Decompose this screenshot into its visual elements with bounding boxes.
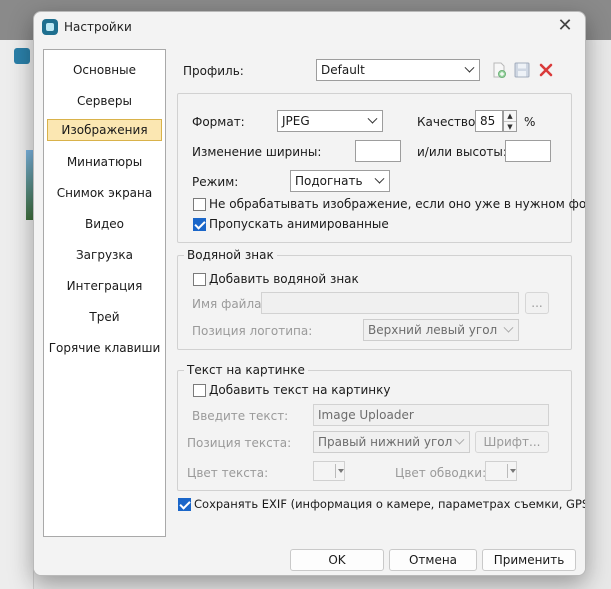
chevron-down-icon <box>374 173 385 184</box>
save-profile-icon[interactable] <box>513 61 531 79</box>
background-sidebar <box>0 40 34 589</box>
window-title: Настройки <box>64 20 132 34</box>
mode-label: Режим: <box>192 175 239 189</box>
app-icon <box>42 19 58 35</box>
stroke-color-picker[interactable] <box>485 461 517 481</box>
height-input[interactable] <box>505 140 551 162</box>
profile-label: Профиль: <box>183 64 244 78</box>
chevron-down-icon <box>454 434 465 445</box>
stepper-down-icon[interactable]: ▼ <box>504 121 516 131</box>
profile-value: Default <box>321 63 365 77</box>
format-label: Формат: <box>192 115 245 129</box>
nav-item-upload[interactable]: Загрузка <box>44 244 165 266</box>
nav-item-screenshot[interactable]: Снимок экрана <box>44 182 165 204</box>
background-app-icon <box>14 48 30 64</box>
text-position-label: Позиция текста: <box>187 436 292 450</box>
text-position-select[interactable]: Правый нижний угол <box>313 431 470 453</box>
add-profile-icon[interactable] <box>490 61 508 79</box>
text-overlay-group: Текст на картинке Добавить текст на карт… <box>177 363 572 491</box>
nav-item-tray[interactable]: Трей <box>44 306 165 328</box>
ok-button[interactable]: OK <box>290 549 384 571</box>
add-text-checkbox[interactable] <box>193 384 206 397</box>
settings-dialog: Настройки ✕ Основные Серверы Изображения… <box>33 11 586 576</box>
browse-button[interactable]: ... <box>525 292 549 314</box>
images-settings-panel: Профиль: Default Формат: JPEG Качество: <box>168 49 585 537</box>
delete-profile-icon[interactable] <box>537 61 555 79</box>
chevron-down-icon <box>367 113 378 124</box>
color-picker-divider <box>507 464 508 478</box>
color-swatch <box>488 464 506 478</box>
font-button[interactable]: Шрифт... <box>475 431 549 453</box>
skip-animated-label[interactable]: Пропускать анимированные <box>209 217 389 231</box>
chevron-down-icon <box>510 469 516 473</box>
logo-position-select[interactable]: Верхний левый угол <box>363 319 519 341</box>
save-exif-checkbox[interactable] <box>178 498 191 511</box>
nav-item-images[interactable]: Изображения <box>47 119 162 141</box>
text-overlay-group-title: Текст на картинке <box>184 363 308 377</box>
watermark-file-label: Имя файла: <box>192 297 266 311</box>
format-value: JPEG <box>282 114 310 128</box>
skip-processing-checkbox[interactable] <box>193 198 206 211</box>
image-format-box: Формат: JPEG Качество: 85 ▲ ▼ % Изменени… <box>177 93 585 243</box>
color-swatch <box>316 464 334 478</box>
chevron-down-icon <box>338 469 344 473</box>
watermark-group: Водяной знак Добавить водяной знак Имя ф… <box>177 248 572 350</box>
width-input[interactable] <box>355 140 401 162</box>
dialog-button-bar: OK Отмена Применить <box>34 543 585 575</box>
title-bar: Настройки ✕ <box>34 12 585 42</box>
format-select[interactable]: JPEG <box>277 110 383 132</box>
close-icon[interactable]: ✕ <box>555 16 575 36</box>
height-label: и/или высоты: <box>417 145 507 159</box>
add-watermark-label[interactable]: Добавить водяной знак <box>209 272 359 286</box>
overlay-text-input[interactable]: Image Uploader <box>313 404 549 426</box>
stepper-up-icon[interactable]: ▲ <box>504 111 516 121</box>
settings-nav: Основные Серверы Изображения Миниатюры С… <box>43 49 166 537</box>
add-watermark-checkbox[interactable] <box>193 273 206 286</box>
quality-unit: % <box>524 115 536 129</box>
apply-button[interactable]: Применить <box>482 549 576 571</box>
text-color-picker[interactable] <box>313 461 345 481</box>
mode-select[interactable]: Подогнать <box>290 170 390 192</box>
skip-animated-checkbox[interactable] <box>193 218 206 231</box>
nav-item-general[interactable]: Основные <box>44 59 165 81</box>
text-color-label: Цвет текста: <box>187 466 269 480</box>
width-label: Изменение ширины: <box>192 145 322 159</box>
save-exif-label[interactable]: Сохранять EXIF (информация о камере, пар… <box>194 497 585 511</box>
nav-item-integration[interactable]: Интеграция <box>44 275 165 297</box>
quality-input[interactable]: 85 <box>475 110 503 132</box>
logo-position-label: Позиция логотипа: <box>192 324 313 338</box>
color-picker-divider <box>335 464 336 478</box>
text-position-value: Правый нижний угол <box>318 435 453 449</box>
nav-item-servers[interactable]: Серверы <box>44 90 165 112</box>
stroke-color-label: Цвет обводки: <box>395 466 487 480</box>
cancel-button[interactable]: Отмена <box>389 549 477 571</box>
profile-select[interactable]: Default <box>316 59 480 81</box>
enter-text-label: Введите текст: <box>192 409 289 423</box>
skip-processing-label[interactable]: Не обрабатывать изображение, если оно уж… <box>209 197 585 211</box>
watermark-file-input[interactable] <box>261 292 519 314</box>
watermark-group-title: Водяной знак <box>184 248 277 262</box>
add-text-label[interactable]: Добавить текст на картинку <box>209 383 390 397</box>
chevron-down-icon <box>464 62 475 73</box>
quality-stepper[interactable]: ▲ ▼ <box>503 110 517 132</box>
nav-item-thumbnails[interactable]: Миниатюры <box>44 151 165 173</box>
mode-value: Подогнать <box>295 174 363 188</box>
logo-position-value: Верхний левый угол <box>368 323 498 337</box>
nav-item-hotkeys[interactable]: Горячие клавиши <box>44 337 165 359</box>
quality-label: Качество: <box>417 115 480 129</box>
chevron-down-icon <box>503 322 514 333</box>
nav-item-video[interactable]: Видео <box>44 213 165 235</box>
